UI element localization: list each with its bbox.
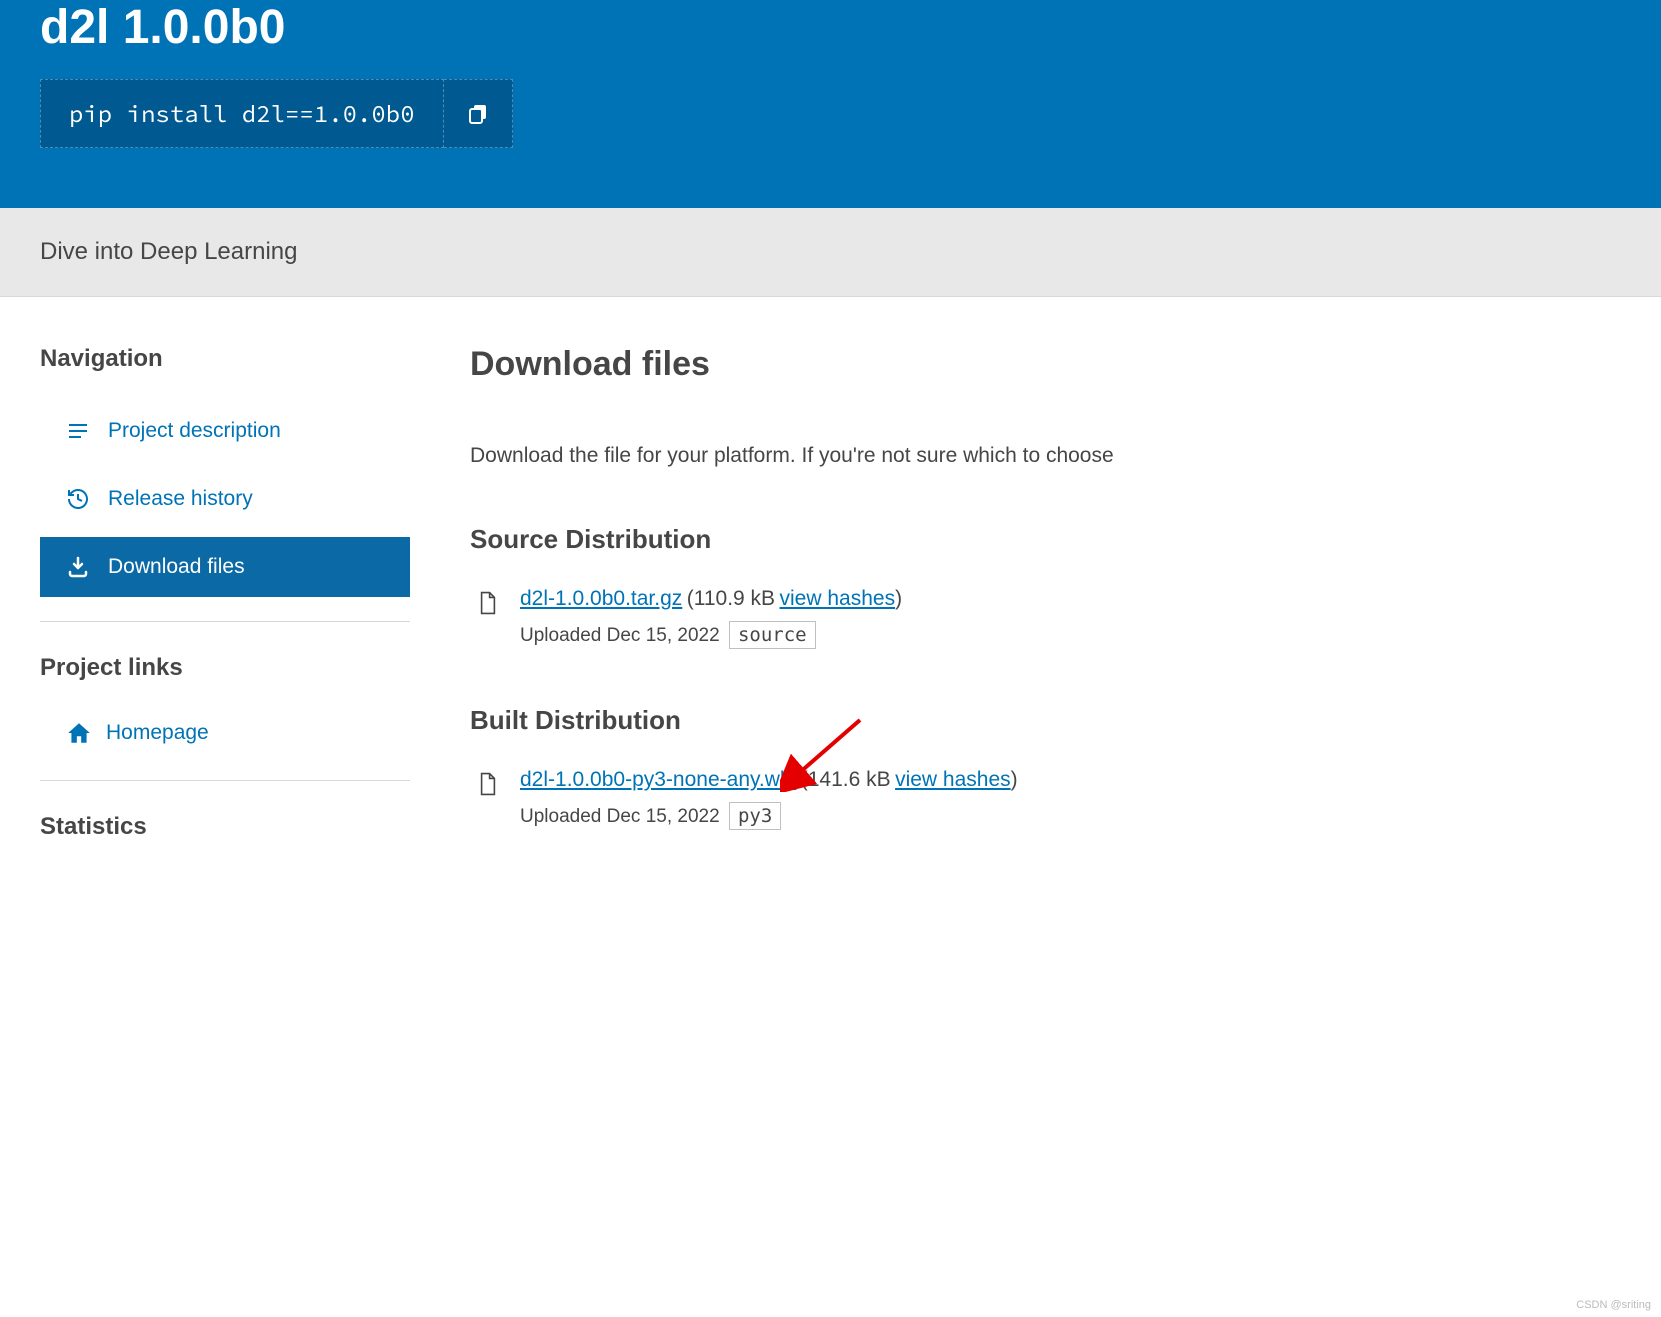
home-icon	[66, 720, 92, 746]
file-size: (110.9 kB	[687, 587, 775, 610]
navigation-heading: Navigation	[40, 345, 410, 373]
link-label: Homepage	[106, 721, 209, 745]
file-size: (141.6 kB	[801, 768, 891, 791]
file-icon	[478, 772, 500, 830]
close-paren: )	[1011, 768, 1018, 791]
project-links-heading: Project links	[40, 654, 410, 682]
built-heading: Built Distribution	[470, 705, 1621, 736]
divider	[40, 621, 410, 622]
close-paren: )	[895, 587, 902, 610]
nav-release-history[interactable]: Release history	[40, 469, 410, 529]
source-distribution-section: Source Distribution d2l-1.0.0b0.tar.gz (…	[470, 524, 1621, 649]
history-icon	[66, 487, 90, 511]
install-command-row: pip install d2l==1.0.0b0	[40, 79, 1621, 148]
file-row: d2l-1.0.0b0.tar.gz (110.9 kB view hashes…	[470, 587, 1621, 649]
summary-text: Dive into Deep Learning	[40, 238, 1621, 266]
intro-text: Download the file for your platform. If …	[470, 444, 1621, 468]
file-link[interactable]: d2l-1.0.0b0.tar.gz	[520, 587, 682, 610]
statistics-heading: Statistics	[40, 813, 410, 841]
sidebar: Navigation Project description Release h…	[40, 345, 410, 886]
view-hashes-link[interactable]: view hashes	[895, 768, 1011, 791]
package-title: d2l 1.0.0b0	[40, 0, 1621, 79]
nav-label: Release history	[108, 487, 253, 511]
package-tag: py3	[729, 802, 781, 830]
summary-bar: Dive into Deep Learning	[0, 208, 1661, 297]
file-row: d2l-1.0.0b0-py3-none-any.whl (141.6 kB v…	[470, 768, 1621, 830]
view-hashes-link[interactable]: view hashes	[780, 587, 896, 610]
watermark: CSDN @sriting	[1576, 1299, 1651, 1311]
file-icon	[478, 591, 500, 649]
nav-label: Download files	[108, 555, 245, 579]
source-heading: Source Distribution	[470, 524, 1621, 555]
package-header: d2l 1.0.0b0 pip install d2l==1.0.0b0	[0, 0, 1661, 208]
install-command[interactable]: pip install d2l==1.0.0b0	[40, 79, 444, 148]
package-tag: source	[729, 621, 816, 649]
download-icon	[66, 555, 90, 579]
link-homepage[interactable]: Homepage	[40, 710, 410, 756]
copy-icon	[466, 102, 490, 126]
built-distribution-section: Built Distribution d2l-1.0.0b0-py3-none-…	[470, 705, 1621, 830]
divider	[40, 780, 410, 781]
uploaded-date: Uploaded Dec 15, 2022	[520, 806, 720, 827]
nav-project-description[interactable]: Project description	[40, 401, 410, 461]
page-heading: Download files	[470, 345, 1621, 384]
description-icon	[66, 419, 90, 443]
file-link[interactable]: d2l-1.0.0b0-py3-none-any.whl	[520, 768, 796, 791]
uploaded-date: Uploaded Dec 15, 2022	[520, 625, 720, 646]
nav-label: Project description	[108, 419, 281, 443]
copy-button[interactable]	[444, 79, 513, 148]
nav-download-files[interactable]: Download files	[40, 537, 410, 597]
main-content: Download files Download the file for you…	[470, 345, 1621, 886]
